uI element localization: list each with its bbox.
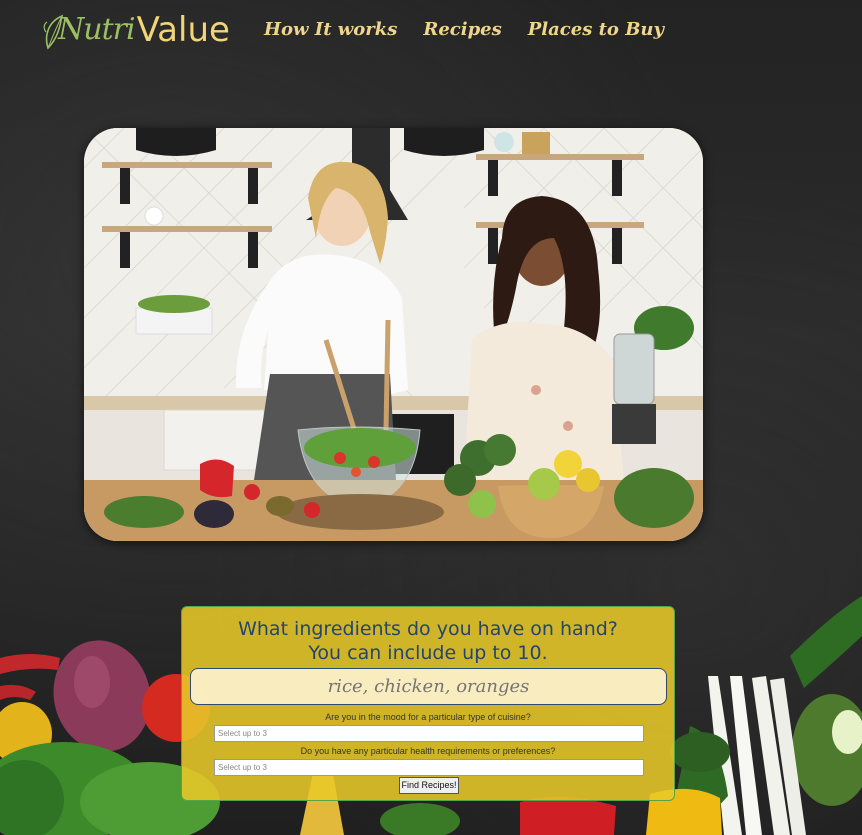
cuisine-select[interactable]: Select up to 3 [214,725,644,742]
find-recipes-button[interactable]: Find Recipes! [399,777,459,794]
heading-line-2: You can include up to 10. [308,642,548,664]
main-nav: How It works Recipes Places to Buy [264,14,664,46]
nav-how-it-works[interactable]: How It works [264,14,397,46]
hero-image [84,128,703,541]
ingredient-search-panel: What ingredients do you have on hand? Yo… [181,606,675,801]
ingredients-input[interactable] [190,668,667,705]
health-select[interactable]: Select up to 3 [214,759,644,776]
heading-line-1: What ingredients do you have on hand? [238,618,618,640]
brand-logo[interactable]: Nutri Value [43,8,230,52]
nav-recipes[interactable]: Recipes [423,14,501,46]
leaf-icon [43,14,64,50]
site-header: Nutri Value How It works Recipes Places … [0,0,862,64]
logo-text-value: Value [136,10,230,50]
panel-heading: What ingredients do you have on hand? Yo… [182,617,674,665]
nav-places-to-buy[interactable]: Places to Buy [528,14,664,46]
cuisine-question-label: Are you in the mood for a particular typ… [325,712,531,722]
health-question-label: Do you have any particular health requir… [300,746,556,756]
